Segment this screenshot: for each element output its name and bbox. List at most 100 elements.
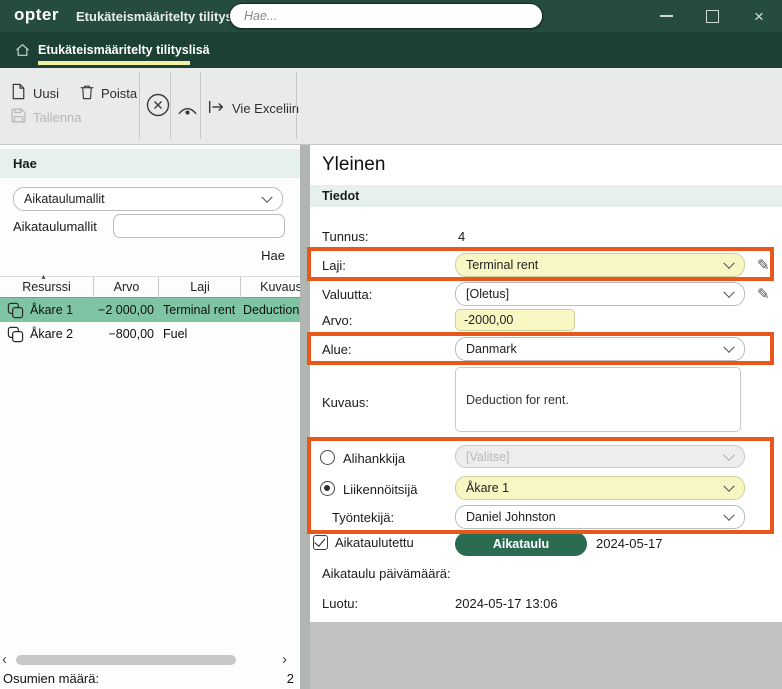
table-row[interactable]: Åkare 2 −800,00 Fuel bbox=[0, 322, 300, 346]
cell-resurssi: Åkare 2 bbox=[30, 322, 73, 346]
liikennoitsija-radio[interactable] bbox=[320, 481, 335, 496]
aikataulu-date: 2024-05-17 bbox=[596, 536, 663, 551]
view-button[interactable] bbox=[177, 101, 198, 121]
cell-resurssi: Åkare 1 bbox=[30, 298, 73, 322]
chevron-down-icon bbox=[723, 481, 734, 492]
global-search-input[interactable] bbox=[230, 4, 542, 28]
laji-dropdown[interactable]: Terminal rent bbox=[455, 253, 745, 277]
arvo-label: Arvo: bbox=[322, 313, 352, 328]
cell-arvo: −2 000,00 bbox=[93, 298, 154, 322]
search-header-label: Hae bbox=[13, 156, 37, 171]
laji-edit-button[interactable]: ✎ bbox=[751, 253, 776, 279]
chevron-down-icon bbox=[723, 342, 734, 353]
minimize-button[interactable] bbox=[651, 0, 681, 32]
aikataulutettu-label: Aikataulutettu bbox=[335, 535, 414, 550]
tab-etukateismaaritelty-tilityslisa[interactable]: Etukäteismääritelty tilityslisä bbox=[38, 32, 210, 68]
cell-kuvaus: Deduction for rent. bbox=[243, 298, 300, 322]
tab-label: Etukäteismääritelty tilityslisä bbox=[38, 43, 210, 57]
filter-input[interactable] bbox=[113, 214, 285, 238]
maximize-icon bbox=[706, 10, 719, 23]
export-excel-button[interactable]: Vie Exceliin bbox=[207, 98, 299, 118]
scrollbar-thumb[interactable] bbox=[16, 655, 236, 665]
alihankkija-radio[interactable] bbox=[320, 450, 335, 465]
toolbar-separator bbox=[139, 72, 140, 139]
filter-label: Aikataulumallit bbox=[13, 219, 97, 234]
liikennoitsija-dropdown[interactable]: Åkare 1 bbox=[455, 476, 745, 500]
arvo-input[interactable] bbox=[455, 309, 575, 331]
cell-arvo: −800,00 bbox=[93, 322, 154, 346]
aikataulu-button[interactable]: Aikataulu bbox=[455, 532, 587, 556]
new-button-label: Uusi bbox=[33, 86, 59, 101]
scroll-left-icon[interactable]: ‹ bbox=[2, 652, 7, 668]
tyontekija-dropdown-value: Daniel Johnston bbox=[466, 510, 556, 524]
chevron-down-icon bbox=[723, 449, 734, 460]
column-header-resurssi[interactable]: Resurssi bbox=[0, 277, 93, 298]
minimize-icon bbox=[660, 15, 673, 17]
table-row-selected[interactable]: Åkare 1 −2 000,00 Terminal rent Deductio… bbox=[0, 298, 300, 322]
luotu-label: Luotu: bbox=[322, 596, 358, 611]
cell-laji: Fuel bbox=[163, 322, 187, 346]
search-button[interactable]: Hae bbox=[195, 248, 285, 263]
scroll-right-icon[interactable]: › bbox=[282, 652, 287, 668]
kuvaus-text: Deduction for rent. bbox=[466, 393, 569, 407]
titlebar: opter Etukäteismääritelty tilityslisä × bbox=[0, 0, 782, 32]
cell-laji: Terminal rent bbox=[163, 298, 235, 322]
laji-label: Laji: bbox=[322, 258, 346, 273]
trash-icon bbox=[80, 84, 94, 103]
save-floppy-icon bbox=[11, 108, 26, 126]
home-icon[interactable] bbox=[14, 42, 31, 63]
new-button[interactable]: Uusi bbox=[11, 83, 59, 103]
search-panel-header: Hae bbox=[0, 149, 300, 178]
toolbar-separator bbox=[170, 72, 171, 139]
eye-icon bbox=[177, 102, 198, 120]
maximize-button[interactable] bbox=[697, 0, 727, 32]
valuutta-label: Valuutta: bbox=[322, 287, 372, 302]
laji-dropdown-value: Terminal rent bbox=[466, 258, 538, 272]
kuvaus-label: Kuvaus: bbox=[322, 395, 369, 410]
tyontekija-dropdown[interactable]: Daniel Johnston bbox=[455, 505, 745, 529]
chevron-down-icon bbox=[723, 287, 734, 298]
chevron-down-icon bbox=[261, 192, 272, 203]
alue-dropdown[interactable]: Danmark bbox=[455, 337, 745, 361]
detail-panel: Yleinen Tiedot Tunnus: 4 Laji: Terminal … bbox=[310, 145, 782, 689]
active-tab-underline bbox=[38, 61, 190, 65]
luotu-value: 2024-05-17 13:06 bbox=[455, 596, 558, 611]
app-window: opter Etukäteismääritelty tilityslisä × … bbox=[0, 0, 782, 689]
export-arrow-icon bbox=[207, 99, 225, 118]
panel-divider[interactable] bbox=[300, 145, 310, 689]
resource-icon bbox=[7, 326, 24, 343]
tunnus-label: Tunnus: bbox=[322, 229, 369, 244]
column-header-kuvaus[interactable]: Kuvaus bbox=[240, 277, 300, 298]
alihankkija-dropdown[interactable]: [Valitse] bbox=[455, 445, 745, 468]
window-title: Etukäteismääritelty tilityslisä bbox=[76, 9, 254, 24]
circle-x-icon bbox=[145, 92, 171, 121]
save-button-label: Tallenna bbox=[33, 110, 81, 125]
global-search bbox=[229, 3, 543, 29]
export-button-label: Vie Exceliin bbox=[232, 101, 299, 116]
section-header-label: Tiedot bbox=[322, 189, 359, 203]
resource-icon bbox=[7, 302, 24, 319]
chevron-down-icon bbox=[723, 258, 734, 269]
liikennoitsija-label: Liikennöitsijä bbox=[343, 482, 417, 497]
column-header-laji[interactable]: Laji bbox=[158, 277, 241, 298]
delete-button[interactable]: Poista bbox=[80, 83, 137, 103]
alue-label: Alue: bbox=[322, 342, 352, 357]
valuutta-dropdown-value: [Oletus] bbox=[466, 287, 509, 301]
save-button[interactable]: Tallenna bbox=[11, 107, 81, 127]
delete-button-label: Poista bbox=[101, 86, 137, 101]
kuvaus-textarea[interactable]: Deduction for rent. bbox=[455, 367, 741, 432]
chevron-down-icon bbox=[723, 510, 734, 521]
tyontekija-label: Työntekijä: bbox=[332, 510, 394, 525]
close-button[interactable]: × bbox=[744, 0, 774, 32]
category-dropdown[interactable]: Aikataulumallit bbox=[13, 187, 283, 211]
aikataulutettu-checkbox[interactable] bbox=[313, 535, 328, 550]
section-header: Tiedot bbox=[310, 185, 782, 207]
clear-button[interactable] bbox=[145, 96, 171, 116]
column-header-arvo[interactable]: Arvo bbox=[93, 277, 159, 298]
category-dropdown-value: Aikataulumallit bbox=[24, 192, 105, 206]
valuutta-edit-button[interactable]: ✎ bbox=[751, 282, 776, 308]
toolbar-separator bbox=[200, 72, 201, 139]
opter-logo: opter bbox=[14, 5, 59, 25]
tab-strip: Etukäteismääritelty tilityslisä bbox=[0, 32, 782, 68]
valuutta-dropdown[interactable]: [Oletus] bbox=[455, 282, 745, 306]
